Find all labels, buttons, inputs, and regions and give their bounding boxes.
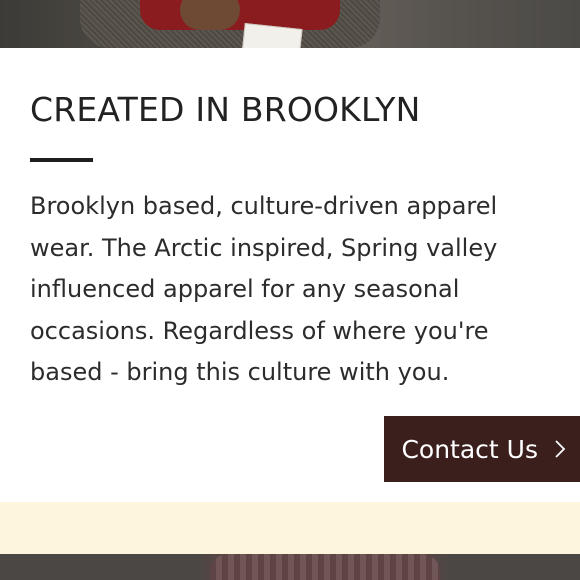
contact-us-button[interactable]: Contact Us xyxy=(384,416,580,482)
heading-divider xyxy=(30,158,93,162)
hero-shirt xyxy=(140,0,340,30)
about-section: CREATED IN BROOKLYN Brooklyn based, cult… xyxy=(0,48,580,502)
chevron-right-icon xyxy=(555,440,566,458)
hero-hand xyxy=(180,0,240,30)
hero-image-top xyxy=(0,0,580,48)
cream-band xyxy=(0,502,580,554)
contact-us-label: Contact Us xyxy=(401,434,538,464)
section-body: Brooklyn based, culture-driven apparel w… xyxy=(30,192,498,387)
hero-image-bottom xyxy=(0,554,580,580)
section-heading: CREATED IN BROOKLYN xyxy=(30,90,421,129)
hero-knit-garment xyxy=(210,554,440,580)
